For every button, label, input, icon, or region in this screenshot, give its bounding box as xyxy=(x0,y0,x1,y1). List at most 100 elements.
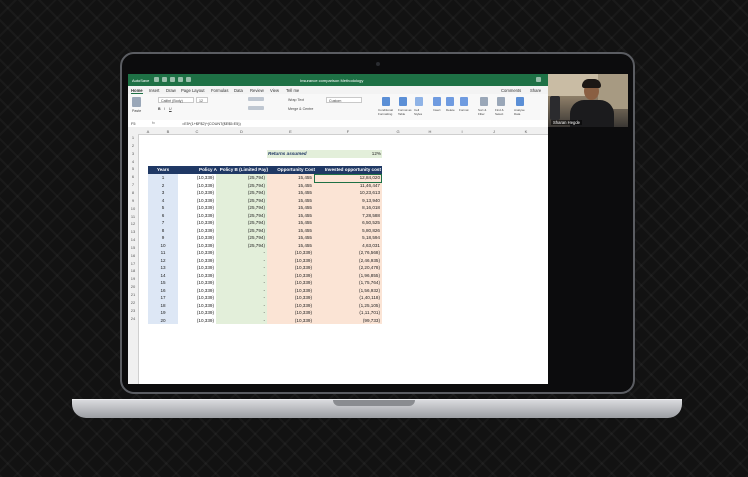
save-icon[interactable] xyxy=(162,77,167,82)
col-header-k[interactable]: K xyxy=(510,129,542,134)
indent-icons[interactable] xyxy=(248,106,264,110)
autosave-label[interactable]: AutoSave xyxy=(132,78,149,83)
bold-icon[interactable]: B xyxy=(158,107,161,111)
underline-icon[interactable]: U xyxy=(169,107,172,111)
delete-cells-icon[interactable] xyxy=(446,97,454,106)
insert-cells-icon[interactable] xyxy=(433,97,441,106)
header-opportunity-cost: Opportunity Cost xyxy=(277,167,315,172)
analyse-data-label[interactable]: Analyse Data xyxy=(514,108,526,116)
col-header-h[interactable]: H xyxy=(414,129,446,134)
tab-view[interactable]: View xyxy=(270,88,279,93)
row-header[interactable]: 2 xyxy=(128,143,138,148)
print-icon[interactable] xyxy=(170,77,175,82)
row-header[interactable]: 15 xyxy=(128,245,138,250)
tab-draw[interactable]: Draw xyxy=(166,88,176,93)
header-invested-opportunity-cost: Invested opportunity cost xyxy=(324,167,381,172)
col-header-d[interactable]: D xyxy=(216,129,267,134)
row-header[interactable]: 13 xyxy=(128,229,138,234)
presenter-name: Sharan Hegde xyxy=(551,120,583,125)
fx-icon[interactable]: fx xyxy=(152,121,155,125)
col-header-a[interactable]: A xyxy=(138,129,158,134)
cell-year[interactable]: 20 xyxy=(148,317,178,325)
wrap-text-button[interactable]: Wrap Text xyxy=(288,98,304,102)
share-button[interactable]: Share xyxy=(530,88,541,93)
conditional-formatting-icon[interactable] xyxy=(382,97,390,106)
row-header[interactable]: 17 xyxy=(128,261,138,266)
row-header[interactable]: 11 xyxy=(128,214,138,219)
row-header[interactable]: 22 xyxy=(128,300,138,305)
row-header[interactable]: 4 xyxy=(128,159,138,164)
italic-icon[interactable]: I xyxy=(164,107,165,111)
insert-label[interactable]: Insert xyxy=(433,108,441,112)
cell-policy-a[interactable]: (10,339) xyxy=(178,317,214,325)
format-as-table-icon[interactable] xyxy=(399,97,407,106)
merge-centre-button[interactable]: Merge & Centre xyxy=(288,107,313,111)
row-header[interactable]: 10 xyxy=(128,206,138,211)
find-select-label[interactable]: Find & Select xyxy=(495,108,507,116)
format-cells-icon[interactable] xyxy=(460,97,468,106)
col-header-f[interactable]: F xyxy=(314,129,382,134)
row-header[interactable]: 21 xyxy=(128,292,138,297)
sort-filter-label[interactable]: Sort & Filter xyxy=(478,108,490,116)
tab-data[interactable]: Data xyxy=(234,88,243,93)
paste-label[interactable]: Paste xyxy=(132,109,141,113)
find-select-icon[interactable] xyxy=(497,97,505,106)
row-header[interactable]: 12 xyxy=(128,221,138,226)
format-as-table-label[interactable]: Format as Table xyxy=(398,108,412,116)
row-header[interactable]: 7 xyxy=(128,182,138,187)
row-header[interactable]: 20 xyxy=(128,284,138,289)
col-header-b[interactable]: B xyxy=(158,129,178,134)
cell-styles-icon[interactable] xyxy=(415,97,423,106)
col-header-c[interactable]: C xyxy=(178,129,216,134)
tab-review[interactable]: Review xyxy=(250,88,264,93)
tab-insert[interactable]: Insert xyxy=(149,88,159,93)
name-box[interactable]: F5 xyxy=(131,122,135,126)
number-format-select[interactable]: Custom xyxy=(326,97,362,103)
row-headers: 1 2 3 4 5 6 7 8 9 10 11 12 13 14 15 16 17 18 19 20 21 22 23 24 xyxy=(128,134,139,384)
comments-button[interactable]: Comments xyxy=(501,88,521,93)
formula-input[interactable]: =E5*(1+$F$2)^(COUNT($E$5:E5)) xyxy=(182,122,241,126)
row-header[interactable]: 14 xyxy=(128,237,138,242)
col-header-g[interactable]: G xyxy=(382,129,414,134)
col-header-i[interactable]: I xyxy=(446,129,478,134)
sort-filter-icon[interactable] xyxy=(480,97,488,106)
align-icons[interactable] xyxy=(248,97,264,101)
cell-policy-b[interactable]: - xyxy=(216,317,265,325)
document-title: Insurance comparison Methodology xyxy=(300,78,364,83)
row-header[interactable]: 9 xyxy=(128,198,138,203)
header-policy-a: Policy A xyxy=(199,167,217,172)
returns-assumed-value[interactable]: 12% xyxy=(314,150,381,158)
tab-tell-me[interactable]: Tell me xyxy=(286,88,299,93)
row-header[interactable]: 24 xyxy=(128,316,138,321)
font-size-select[interactable]: 12 xyxy=(196,97,208,103)
row-header[interactable]: 6 xyxy=(128,174,138,179)
format-label[interactable]: Format xyxy=(459,108,469,112)
undo-icon[interactable] xyxy=(178,77,183,82)
cell-styles-label[interactable]: Cell Styles xyxy=(414,108,426,116)
col-header-e[interactable]: E xyxy=(267,129,314,134)
conditional-formatting-label[interactable]: Conditional Formatting xyxy=(378,108,396,116)
font-name-select[interactable]: Calibri (Body) xyxy=(158,97,194,103)
row-header[interactable]: 3 xyxy=(128,151,138,156)
row-header[interactable]: 19 xyxy=(128,276,138,281)
row-header[interactable]: 1 xyxy=(128,135,138,140)
row-header[interactable]: 5 xyxy=(128,166,138,171)
tab-page-layout[interactable]: Page Layout xyxy=(181,88,205,93)
font-size-value: 12 xyxy=(199,98,203,103)
tab-formulas[interactable]: Formulas xyxy=(211,88,228,93)
paste-icon[interactable] xyxy=(132,97,141,107)
col-header-j[interactable]: J xyxy=(478,129,510,134)
selected-cell-f5[interactable] xyxy=(314,174,382,183)
delete-label[interactable]: Delete xyxy=(446,108,455,112)
laptop-notch xyxy=(333,400,415,406)
row-header[interactable]: 18 xyxy=(128,268,138,273)
cell-opportunity-cost[interactable]: (10,339) xyxy=(267,317,312,325)
cell-invested-opportunity-cost[interactable]: (99,733) xyxy=(314,317,380,325)
search-icon[interactable] xyxy=(536,77,541,82)
row-header[interactable]: 8 xyxy=(128,190,138,195)
home-icon[interactable] xyxy=(154,77,159,82)
row-header[interactable]: 16 xyxy=(128,253,138,258)
analyse-data-icon[interactable] xyxy=(516,97,524,106)
redo-icon[interactable] xyxy=(186,77,191,82)
row-header[interactable]: 23 xyxy=(128,308,138,313)
